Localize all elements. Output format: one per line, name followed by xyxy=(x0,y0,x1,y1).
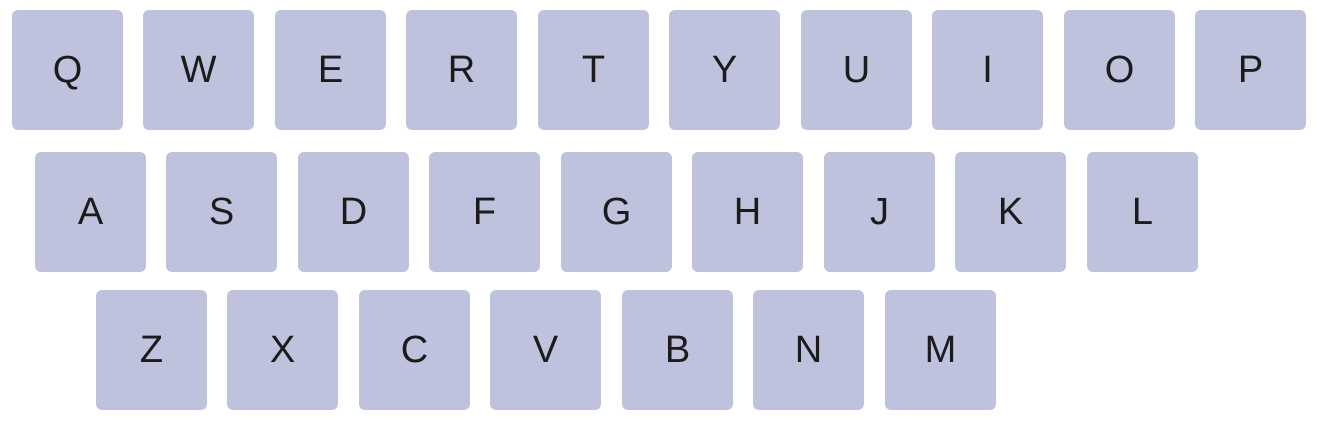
key-w[interactable]: W xyxy=(143,10,254,130)
key-y[interactable]: Y xyxy=(669,10,780,130)
key-m[interactable]: M xyxy=(885,290,996,410)
key-u[interactable]: U xyxy=(801,10,912,130)
key-v[interactable]: V xyxy=(490,290,601,410)
on-screen-keyboard: Q W E R T Y U I O P A S D F G H J K L Z … xyxy=(0,0,1317,422)
key-h[interactable]: H xyxy=(692,152,803,272)
key-c[interactable]: C xyxy=(359,290,470,410)
key-g[interactable]: G xyxy=(561,152,672,272)
key-n[interactable]: N xyxy=(753,290,864,410)
key-t[interactable]: T xyxy=(538,10,649,130)
key-b[interactable]: B xyxy=(622,290,733,410)
key-e[interactable]: E xyxy=(275,10,386,130)
key-l[interactable]: L xyxy=(1087,152,1198,272)
key-o[interactable]: O xyxy=(1064,10,1175,130)
key-a[interactable]: A xyxy=(35,152,146,272)
key-d[interactable]: D xyxy=(298,152,409,272)
key-k[interactable]: K xyxy=(955,152,1066,272)
key-s[interactable]: S xyxy=(166,152,277,272)
key-f[interactable]: F xyxy=(429,152,540,272)
key-x[interactable]: X xyxy=(227,290,338,410)
key-q[interactable]: Q xyxy=(12,10,123,130)
key-z[interactable]: Z xyxy=(96,290,207,410)
key-p[interactable]: P xyxy=(1195,10,1306,130)
key-j[interactable]: J xyxy=(824,152,935,272)
key-i[interactable]: I xyxy=(932,10,1043,130)
key-r[interactable]: R xyxy=(406,10,517,130)
